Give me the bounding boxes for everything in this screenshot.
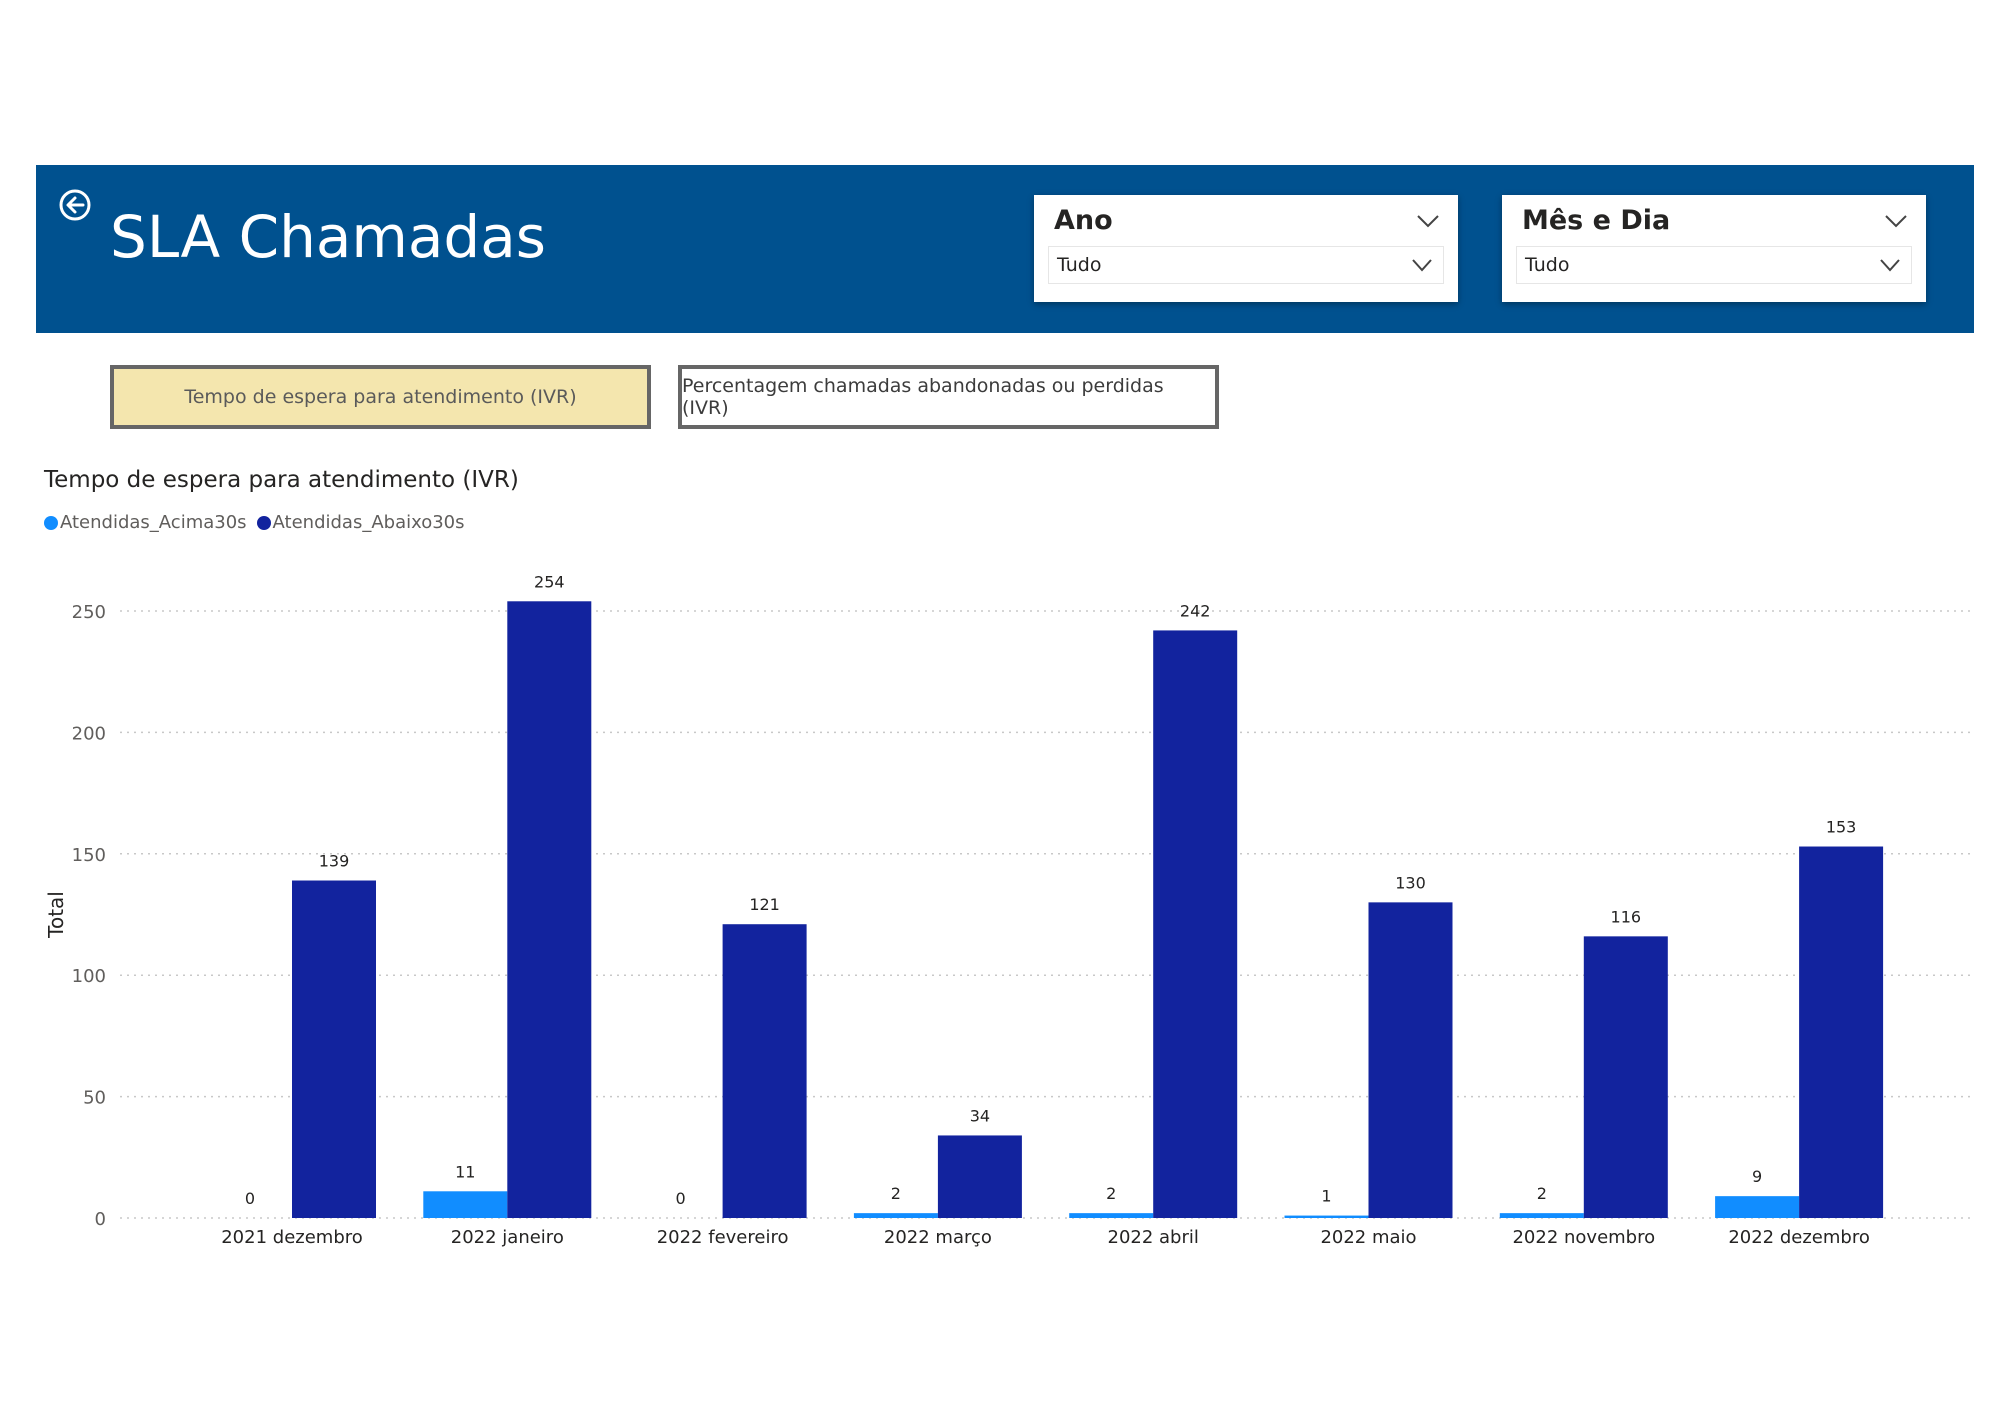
data-label: 1 [1321, 1187, 1331, 1206]
back-arrow-circle-icon [59, 189, 91, 221]
chevron-down-icon [1880, 259, 1900, 272]
data-label: 2 [1537, 1184, 1547, 1203]
x-tick-label: 2021 dezembro [221, 1227, 363, 1248]
data-label: 254 [534, 572, 565, 591]
bar-chart: 050100150200250Total01392021 dezembro112… [44, 572, 1970, 1248]
x-tick-label: 2022 fevereiro [657, 1227, 789, 1248]
x-tick-label: 2022 abril [1108, 1227, 1199, 1248]
legend-label: Atendidas_Acima30s [60, 512, 247, 533]
y-axis-title: Total [44, 891, 68, 939]
x-tick-label: 2022 novembro [1512, 1227, 1655, 1248]
bar-abaixo30s[interactable] [1799, 846, 1884, 1218]
bar-acima30s[interactable] [1715, 1196, 1800, 1218]
data-label: 2 [1106, 1184, 1116, 1203]
data-label: 121 [749, 895, 780, 914]
bar-acima30s[interactable] [1284, 1215, 1369, 1218]
legend-item[interactable]: Atendidas_Acima30s [44, 512, 247, 533]
bar-acima30s[interactable] [1069, 1213, 1154, 1218]
x-tick-label: 2022 março [884, 1227, 992, 1248]
y-tick-label: 200 [72, 723, 106, 744]
y-tick-label: 250 [72, 602, 106, 623]
bar-abaixo30s[interactable] [1153, 630, 1238, 1218]
chevron-down-icon[interactable] [1884, 213, 1908, 229]
bar-acima30s[interactable] [1499, 1213, 1584, 1218]
chart-title: Tempo de espera para atendimento (IVR) [44, 467, 519, 493]
data-label: 139 [319, 852, 350, 871]
page-title: SLA Chamadas [110, 203, 546, 271]
bar-abaixo30s[interactable] [1368, 902, 1453, 1218]
bar-abaixo30s[interactable] [1583, 936, 1668, 1218]
data-label: 0 [245, 1189, 255, 1208]
slicer-mes-e-dia: Mês e Dia Tudo [1502, 195, 1926, 302]
data-label: 2 [891, 1184, 901, 1203]
slicer-dropdown-mes-e-dia[interactable]: Tudo [1516, 246, 1912, 284]
data-label: 242 [1180, 601, 1211, 620]
legend-item[interactable]: Atendidas_Abaixo30s [256, 512, 465, 533]
tab-tempo-espera[interactable]: Tempo de espera para atendimento (IVR) [110, 365, 651, 429]
slicer-dropdown-ano[interactable]: Tudo [1048, 246, 1444, 284]
slicer-value: Tudo [1057, 254, 1102, 276]
back-button[interactable] [58, 188, 92, 222]
chevron-down-icon[interactable] [1416, 213, 1440, 229]
data-label: 116 [1611, 907, 1642, 926]
y-tick-label: 0 [95, 1209, 106, 1230]
data-label: 130 [1395, 873, 1426, 892]
y-tick-label: 150 [72, 845, 106, 866]
bar-abaixo30s[interactable] [292, 880, 376, 1218]
x-tick-label: 2022 janeiro [451, 1227, 564, 1248]
bar-abaixo30s[interactable] [937, 1135, 1022, 1218]
slicer-value: Tudo [1525, 254, 1570, 276]
chevron-down-icon [1412, 259, 1432, 272]
slicer-title: Mês e Dia [1522, 205, 1671, 236]
data-label: 34 [970, 1106, 990, 1125]
data-label: 153 [1826, 818, 1857, 837]
slicer-title: Ano [1054, 205, 1113, 236]
y-tick-label: 50 [83, 1088, 106, 1109]
bar-acima30s[interactable] [853, 1213, 938, 1218]
legend-label: Atendidas_Abaixo30s [272, 512, 465, 533]
bar-acima30s[interactable] [423, 1191, 508, 1218]
bar-abaixo30s[interactable] [507, 601, 592, 1218]
legend-dot-acima30s [44, 515, 58, 530]
slicer-ano: Ano Tudo [1034, 195, 1458, 302]
data-label: 9 [1752, 1167, 1762, 1186]
data-label: 0 [676, 1189, 686, 1208]
x-tick-label: 2022 dezembro [1728, 1227, 1870, 1248]
legend-dot-abaixo30s [256, 515, 271, 530]
tab-percentagem-abandonadas[interactable]: Percentagem chamadas abandonadas ou perd… [678, 365, 1219, 429]
y-tick-label: 100 [72, 966, 106, 987]
chart-legend: Atendidas_Acima30s Atendidas_Abaixo30s [44, 512, 475, 533]
x-tick-label: 2022 maio [1320, 1227, 1416, 1248]
data-label: 11 [455, 1162, 475, 1181]
bar-abaixo30s[interactable] [722, 924, 807, 1218]
